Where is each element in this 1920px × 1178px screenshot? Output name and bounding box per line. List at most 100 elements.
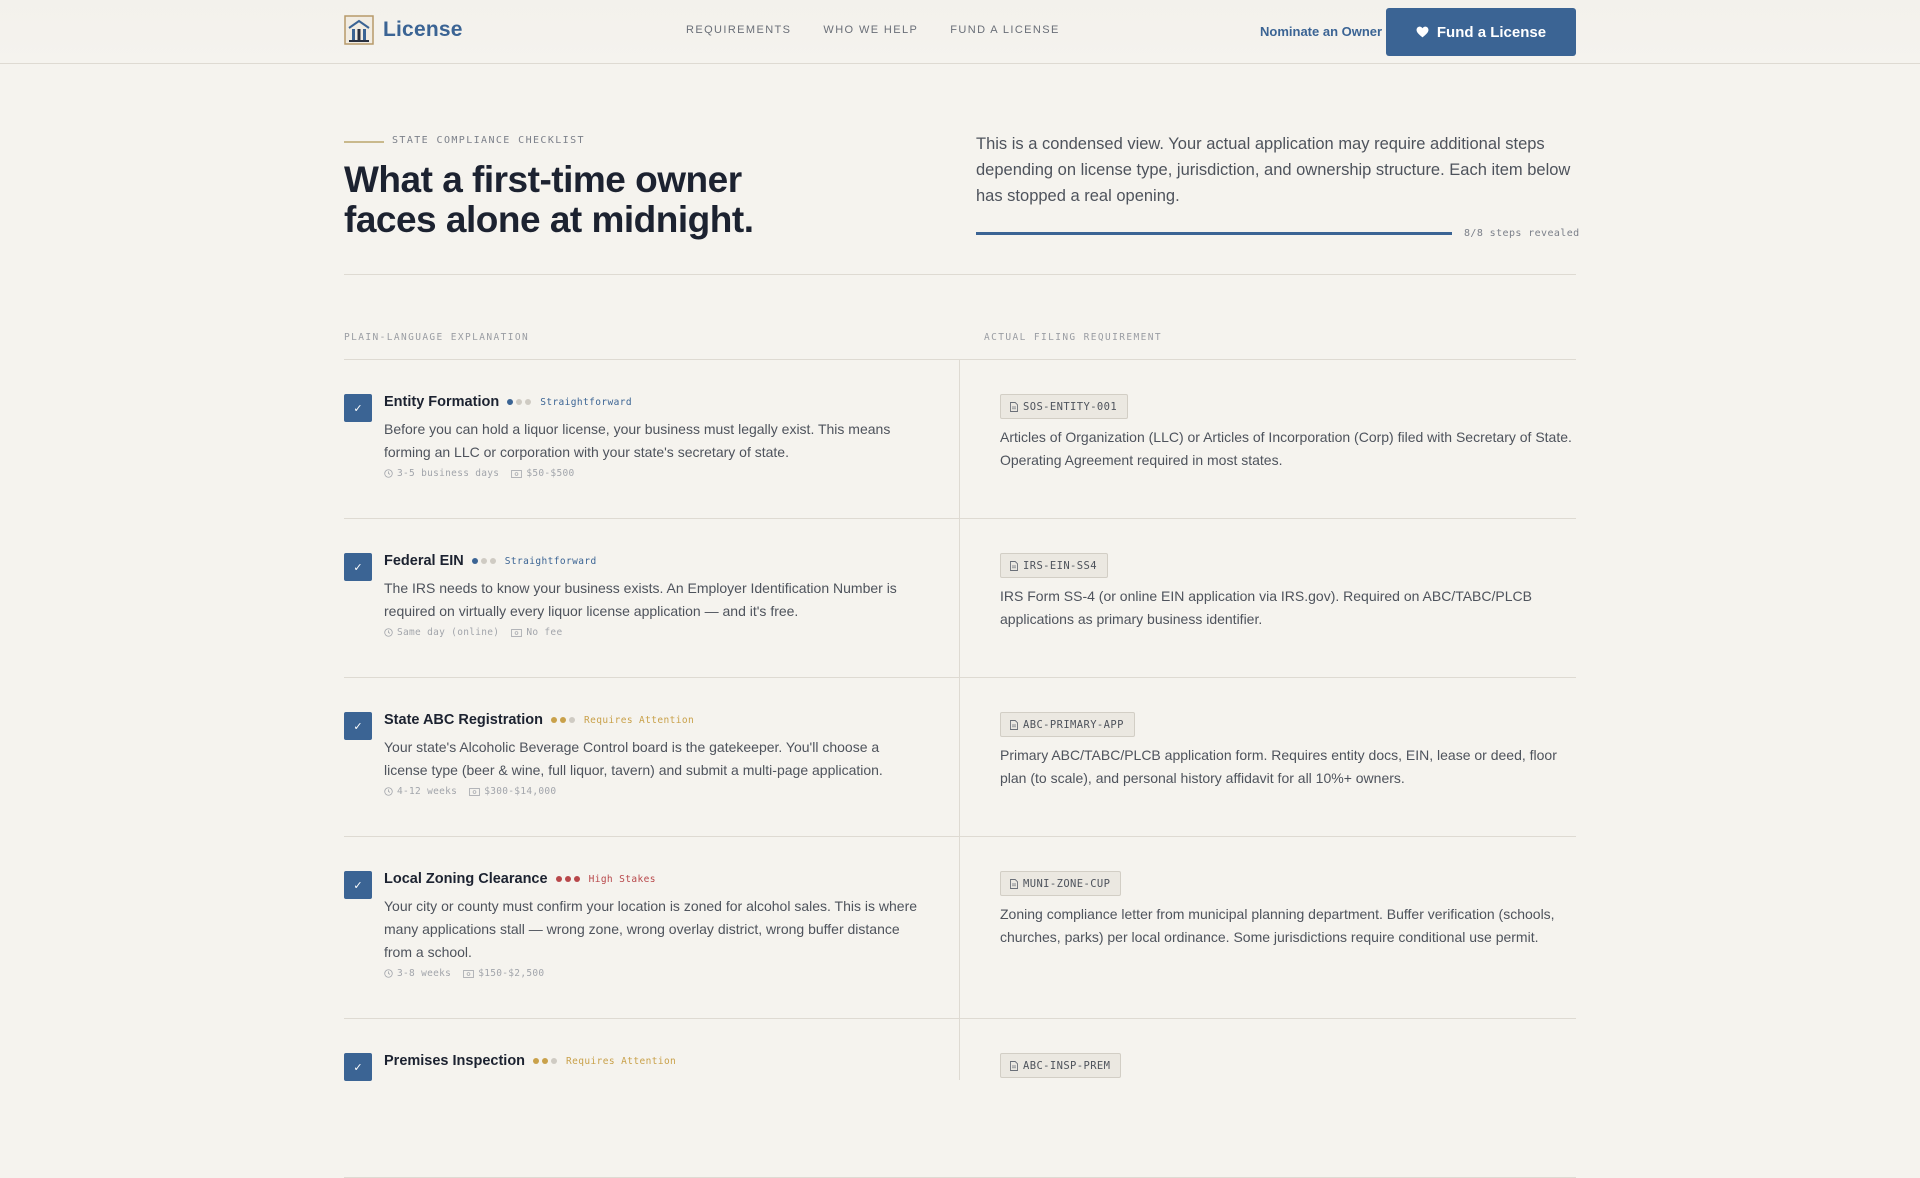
step-meta: 3-5 business days $50-$500: [384, 468, 575, 479]
step-description: Your state's Alcoholic Beverage Control …: [384, 739, 883, 778]
cash-icon: [469, 787, 480, 796]
document-icon: [1010, 401, 1018, 412]
step-fee: $150-$2,500: [478, 968, 545, 979]
step-checkbox[interactable]: ✓: [344, 394, 372, 422]
step-duration: Same day (online): [397, 627, 500, 638]
page-title: What a first-time owner faces alone at m…: [344, 159, 754, 240]
filing-code-badge: MUNI-ZONE-CUP: [1000, 871, 1122, 896]
step-description: Before you can hold a liquor license, yo…: [384, 421, 891, 460]
check-icon: ✓: [353, 561, 363, 574]
difficulty-dot: [551, 1058, 558, 1064]
difficulty-dots: [555, 876, 583, 882]
difficulty-dot: [507, 399, 514, 405]
site-header: License REQUIREMENTS WHO WE HELP FUND A …: [0, 0, 1920, 64]
cash-icon: [511, 469, 523, 478]
filing-code: MUNI-ZONE-CUP: [1023, 877, 1111, 890]
step-duration: 3-5 business days: [397, 468, 500, 479]
filing-code-badge: SOS-ENTITY-001: [1000, 394, 1129, 419]
filing-code-badge: ABC-INSP-PREM: [1000, 1053, 1122, 1078]
difficulty-dot: [516, 399, 523, 405]
difficulty-label: Straightforward: [504, 555, 597, 567]
step-row: ✓ Federal EIN Straightforward The IRS needs…: [344, 519, 1576, 678]
step-description: Your city or county must confirm your lo…: [384, 898, 918, 960]
step-title: Entity Formation: [384, 394, 500, 410]
cash-icon: [463, 969, 474, 978]
step-heading: State ABC Registration Requires Attention: [384, 712, 694, 728]
step-row: ✓ Entity Formation Straightforward Before y…: [344, 360, 1576, 519]
step-row: ✓ State ABC Registration Requires Attentio…: [344, 678, 1576, 837]
step-checkbox[interactable]: ✓: [344, 871, 372, 899]
cash-icon: [511, 628, 523, 637]
difficulty-dot: [564, 876, 571, 882]
step-heading: Local Zoning Clearance High Stakes: [384, 871, 656, 887]
step-fee: No fee: [526, 627, 563, 638]
step-heading: Federal EIN Straightforward: [384, 553, 597, 569]
step-fee: $300-$14,000: [484, 786, 557, 797]
nominate-owner-link[interactable]: Nominate an Owner: [1260, 24, 1382, 39]
filing-code-badge: ABC-PRIMARY-APP: [1000, 712, 1135, 737]
nav-who-we-help[interactable]: WHO WE HELP: [823, 24, 918, 36]
difficulty-dot: [568, 717, 575, 723]
clock-icon: [384, 628, 393, 637]
step-meta: Same day (online) No fee: [384, 627, 562, 638]
filing-code-badge: IRS-EIN-SS4: [1000, 553, 1108, 578]
nav-fund-a-license[interactable]: FUND A LICENSE: [950, 24, 1059, 36]
filing-code: IRS-EIN-SS4: [1023, 559, 1097, 572]
filing-code: ABC-INSP-PREM: [1023, 1059, 1111, 1072]
fund-license-button[interactable]: Fund a License: [1386, 8, 1576, 56]
steps-progress-bar: [976, 232, 1452, 235]
filing-requirement: Zoning compliance letter from municipal …: [1000, 906, 1555, 945]
step-duration: 4-12 weeks: [397, 786, 458, 797]
difficulty-dot: [573, 876, 580, 882]
steps-progress-text: 8/8 steps revealed: [1464, 228, 1580, 239]
filing-code: SOS-ENTITY-001: [1023, 400, 1118, 413]
difficulty-dot: [559, 717, 566, 723]
clock-icon: [384, 787, 393, 796]
brand-link[interactable]: License: [344, 15, 463, 45]
building-logo-icon: [344, 15, 374, 45]
step-meta: 4-12 weeks $300-$14,000: [384, 786, 556, 797]
step-title: State ABC Registration: [384, 712, 543, 728]
hero-description: This is a condensed view. Your actual ap…: [976, 135, 1571, 205]
clock-icon: [384, 969, 393, 978]
difficulty-dots: [507, 399, 534, 405]
nav-requirements[interactable]: REQUIREMENTS: [686, 24, 791, 36]
difficulty-dots: [471, 558, 499, 564]
difficulty-dot: [533, 1058, 540, 1064]
filing-code: ABC-PRIMARY-APP: [1023, 718, 1124, 731]
step-title: Premises Inspection: [384, 1053, 526, 1069]
step-meta: 3-8 weeks $150-$2,500: [384, 968, 544, 979]
difficulty-label: Straightforward: [540, 396, 632, 408]
difficulty-dot: [525, 399, 532, 405]
difficulty-dots: [533, 1058, 560, 1064]
difficulty-dot: [555, 876, 562, 882]
step-row: ✓ Premises Inspection Requires Attention AB…: [344, 1019, 1576, 1178]
heart-icon: [1416, 26, 1429, 38]
step-checkbox[interactable]: ✓: [344, 1053, 372, 1081]
document-icon: [1010, 719, 1018, 730]
filing-requirement-header: ACTUAL FILING REQUIREMENT: [984, 332, 1162, 343]
step-title: Federal EIN: [384, 553, 464, 569]
check-icon: ✓: [353, 1061, 363, 1074]
steps-progress-fill: [976, 232, 1452, 235]
check-icon: ✓: [353, 720, 363, 733]
step-checkbox[interactable]: ✓: [344, 553, 372, 581]
step-heading: Entity Formation Straightforward: [384, 394, 632, 410]
difficulty-label: Requires Attention: [566, 1055, 677, 1067]
step-heading: Premises Inspection Requires Attention: [384, 1053, 676, 1069]
difficulty-dot: [480, 558, 487, 564]
difficulty-label: Requires Attention: [583, 714, 695, 726]
plain-language-header: PLAIN-LANGUAGE EXPLANATION: [344, 332, 530, 343]
document-icon: [1010, 878, 1018, 889]
eyebrow-rule: [344, 141, 384, 143]
difficulty-dot: [542, 1058, 549, 1064]
step-fee: $50-$500: [526, 468, 575, 479]
hero-divider: [344, 274, 1576, 275]
filing-requirement: Primary ABC/TABC/PLCB application form. …: [1000, 747, 1557, 786]
step-duration: 3-8 weeks: [397, 968, 452, 979]
check-icon: ✓: [353, 879, 363, 892]
check-icon: ✓: [353, 402, 363, 415]
main-nav: REQUIREMENTS WHO WE HELP FUND A LICENSE: [686, 24, 1092, 36]
difficulty-label: High Stakes: [588, 873, 656, 885]
step-checkbox[interactable]: ✓: [344, 712, 372, 740]
